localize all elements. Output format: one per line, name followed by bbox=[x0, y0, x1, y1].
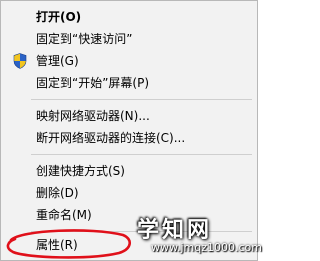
menu-item-label: 打开(O) bbox=[36, 10, 82, 24]
context-menu: 打开(O) 固定到“快速访问” 管理(G) 固定到“开始”屏幕(P) 映射网络驱… bbox=[0, 0, 262, 261]
menu-separator bbox=[31, 154, 252, 155]
menu-item-manage[interactable]: 管理(G) bbox=[3, 50, 255, 72]
menu-item-label: 固定到“快速访问” bbox=[36, 32, 133, 46]
menu-item-label: 断开网络驱动器的连接(C)... bbox=[36, 131, 186, 145]
menu-item-label: 创建快捷方式(S) bbox=[36, 164, 125, 178]
menu-item-pin-quick-access[interactable]: 固定到“快速访问” bbox=[3, 28, 255, 50]
menu-item-map-network-drive[interactable]: 映射网络驱动器(N)... bbox=[3, 105, 255, 127]
menu-separator bbox=[31, 99, 252, 100]
watermark: 学知网 www.jmqz1000.com bbox=[127, 212, 262, 260]
watermark-title: 学知网 bbox=[137, 218, 213, 243]
menu-item-pin-start[interactable]: 固定到“开始”屏幕(P) bbox=[3, 72, 255, 94]
menu-item-disconnect-network-drive[interactable]: 断开网络驱动器的连接(C)... bbox=[3, 127, 255, 149]
menu-item-label: 映射网络驱动器(N)... bbox=[36, 109, 150, 123]
menu-item-create-shortcut[interactable]: 创建快捷方式(S) bbox=[3, 160, 255, 182]
menu-item-label: 固定到“开始”屏幕(P) bbox=[36, 76, 150, 90]
menu-item-label: 删除(D) bbox=[36, 186, 79, 200]
menu-item-label: 属性(R) bbox=[36, 238, 78, 252]
menu-item-label: 管理(G) bbox=[36, 54, 79, 68]
watermark-url: www.jmqz1000.com bbox=[151, 241, 262, 254]
menu-item-label: 重命名(M) bbox=[36, 208, 92, 222]
menu-item-delete[interactable]: 删除(D) bbox=[3, 182, 255, 204]
uac-shield-icon bbox=[13, 53, 27, 69]
menu-item-open[interactable]: 打开(O) bbox=[3, 6, 255, 28]
